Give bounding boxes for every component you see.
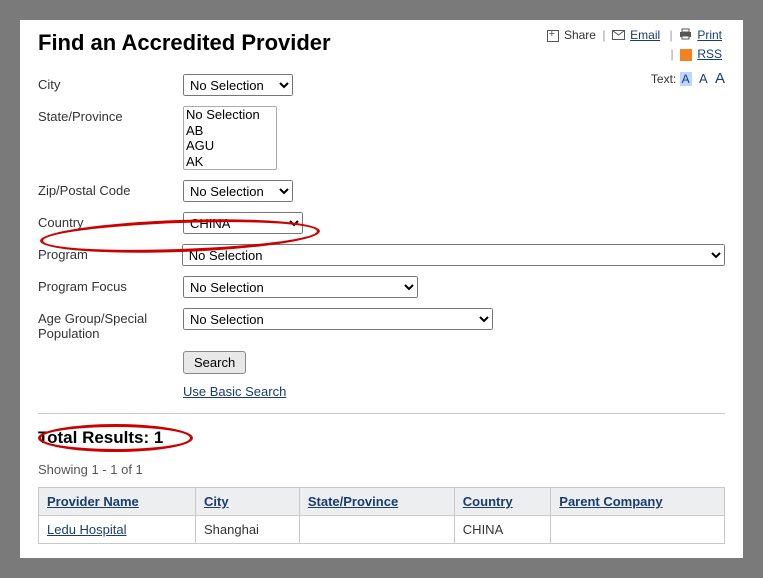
focus-select[interactable]: No Selection xyxy=(183,276,418,298)
table-row: Ledu Hospital Shanghai CHINA xyxy=(39,516,725,544)
th-city[interactable]: City xyxy=(196,488,300,516)
text-size-control: Text: A A A xyxy=(651,70,725,87)
share-icon xyxy=(547,30,559,42)
text-size-label: Text: xyxy=(651,72,676,86)
divider xyxy=(38,413,725,414)
text-size-large[interactable]: A xyxy=(715,70,725,87)
city-select[interactable]: No Selection xyxy=(183,74,293,96)
focus-label: Program Focus xyxy=(38,276,183,294)
zip-label: Zip/Postal Code xyxy=(38,180,183,198)
country-select[interactable]: CHINA xyxy=(183,212,303,234)
state-listbox[interactable]: No Selection AB AGU AK xyxy=(183,106,277,170)
basic-search-link[interactable]: Use Basic Search xyxy=(183,384,286,399)
email-link[interactable]: Email xyxy=(630,28,660,42)
text-size-small[interactable]: A xyxy=(680,72,692,86)
th-country[interactable]: Country xyxy=(454,488,550,516)
provider-link[interactable]: Ledu Hospital xyxy=(47,522,127,537)
text-size-medium[interactable]: A xyxy=(699,71,708,86)
separator: | xyxy=(670,28,673,42)
city-label: City xyxy=(38,74,183,92)
rss-link[interactable]: RSS xyxy=(697,47,722,61)
age-label: Age Group/Special Population xyxy=(38,308,183,341)
program-label: Program xyxy=(38,244,182,262)
program-select[interactable]: No Selection xyxy=(182,244,725,266)
state-label: State/Province xyxy=(38,106,183,124)
th-state[interactable]: State/Province xyxy=(299,488,454,516)
total-results: Total Results: 1 xyxy=(38,428,725,448)
cell-city: Shanghai xyxy=(196,516,300,544)
country-label: Country xyxy=(38,212,183,230)
results-table: Provider Name City State/Province Countr… xyxy=(38,487,725,544)
showing-text: Showing 1 - 1 of 1 xyxy=(38,462,725,477)
age-select[interactable]: No Selection xyxy=(183,308,493,330)
print-link[interactable]: Print xyxy=(697,28,722,42)
cell-state xyxy=(299,516,454,544)
th-parent[interactable]: Parent Company xyxy=(551,488,725,516)
zip-select[interactable]: No Selection xyxy=(183,180,293,202)
cell-country: CHINA xyxy=(454,516,550,544)
cell-parent xyxy=(551,516,725,544)
separator: | xyxy=(671,47,674,61)
share-link[interactable]: Share xyxy=(564,28,596,42)
th-provider[interactable]: Provider Name xyxy=(39,488,196,516)
email-icon xyxy=(612,29,625,43)
print-icon xyxy=(679,28,692,43)
separator: | xyxy=(602,28,605,42)
search-button[interactable]: Search xyxy=(183,351,246,374)
rss-icon xyxy=(680,49,692,61)
